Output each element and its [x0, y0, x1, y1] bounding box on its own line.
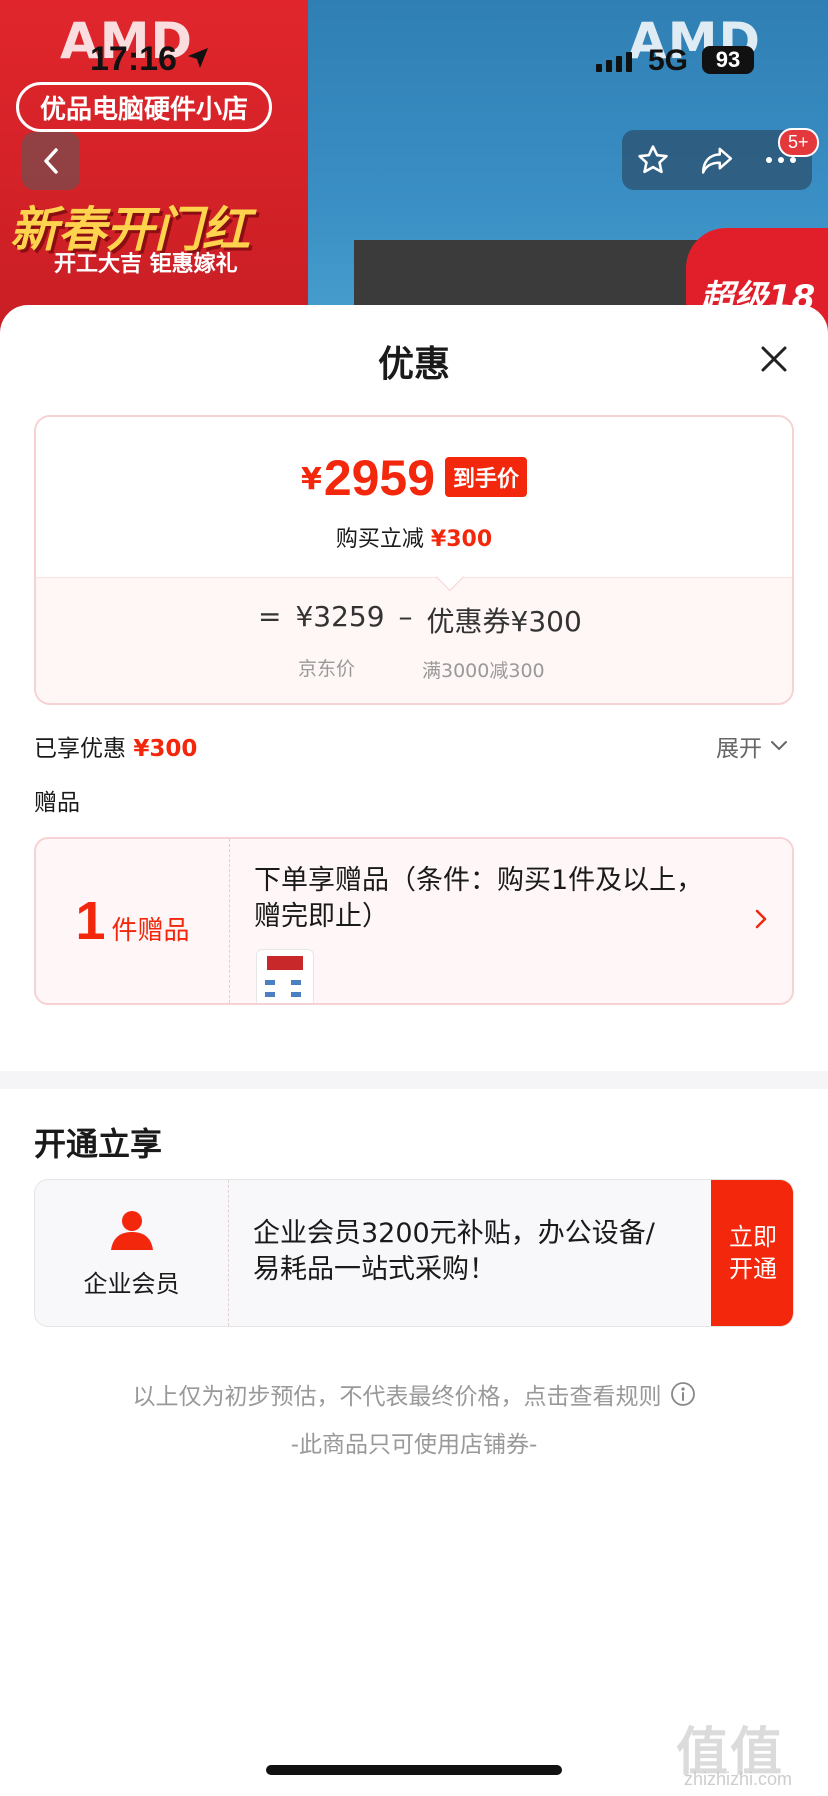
- info-icon: [670, 1382, 695, 1406]
- chevron-right-icon: [755, 909, 767, 929]
- currency-symbol: ¥: [300, 462, 322, 497]
- store-coupon-note: -此商品只可使用店铺券-: [290, 1432, 538, 1458]
- user-icon: [110, 1210, 153, 1250]
- equals-sign: =: [258, 600, 282, 633]
- price-formula: = ¥3259 – 优惠券¥300 京东价 满3000减300: [36, 577, 792, 703]
- price-summary: ¥ 2959 到手价 购买立减 ¥300: [36, 417, 792, 577]
- gift-unit: 件赠品: [111, 915, 190, 946]
- back-button[interactable]: [22, 132, 80, 190]
- gift-thumb-mark: [265, 980, 275, 985]
- membership-label: 企业会员: [83, 1269, 180, 1298]
- reduce-value: ¥300: [430, 527, 493, 552]
- sheet-title: 优惠: [377, 344, 450, 385]
- instant-reduce: 购买立减 ¥300: [36, 521, 792, 553]
- coupon-rule: 满3000减300: [422, 660, 545, 682]
- membership-type: 企业会员: [35, 1180, 229, 1326]
- price-breakdown-card: ¥ 2959 到手价 购买立减 ¥300 = ¥3259 – 优惠券¥300 京…: [34, 415, 794, 705]
- gift-thumb-mark: [291, 980, 301, 985]
- gift-thumb-mark: [265, 992, 275, 997]
- watermark-url: zhizhizhi.com: [684, 1769, 793, 1789]
- gift-description: 下单享赠品（条件：购买1件及以上，赠完即止）: [254, 865, 704, 932]
- promo-subtitle: 开工大吉 钜惠嫁礼: [54, 252, 238, 277]
- membership-section-title: 开通立享: [34, 1125, 163, 1163]
- discount-sheet: 优惠 ¥ 2959 到手价 购买立减 ¥300 = ¥3259 – 优惠券¥30…: [0, 305, 828, 1796]
- gift-section-title: 赠品: [34, 790, 80, 816]
- battery-icon: 93: [702, 46, 754, 74]
- final-price-row: ¥ 2959 到手价: [36, 453, 792, 503]
- gift-thumb-mark: [291, 992, 301, 997]
- expand-button[interactable]: 展开: [716, 729, 788, 763]
- activate-button[interactable]: 立即开通: [711, 1180, 793, 1326]
- gift-card[interactable]: 1 件赠品 下单享赠品（条件：购买1件及以上，赠完即止）: [34, 837, 794, 1005]
- share-icon[interactable]: [699, 143, 735, 177]
- jd-price: ¥3259: [295, 600, 385, 633]
- estimate-note-text: 以上仅为初步预估，不代表最终价格，点击查看规则: [132, 1384, 662, 1410]
- jd-price-label: 京东价: [298, 658, 356, 680]
- section-divider: [0, 1071, 828, 1089]
- gift-thumbnail[interactable]: [256, 949, 314, 1003]
- home-indicator[interactable]: [266, 1765, 562, 1775]
- minus-sign: –: [398, 600, 413, 633]
- reduce-label: 购买立减: [335, 527, 424, 552]
- enjoyed-value: ¥300: [133, 736, 198, 762]
- membership-description: 企业会员3200元补贴，办公设备/易耗品一站式采购！: [253, 1218, 655, 1285]
- chevron-left-icon: [44, 148, 58, 174]
- gift-thumb-banner: [267, 956, 303, 970]
- network-type: 5G: [648, 44, 689, 77]
- gift-count-panel: 1 件赠品: [36, 839, 230, 1003]
- estimate-note[interactable]: 以上仅为初步预估，不代表最终价格，点击查看规则: [0, 1377, 828, 1411]
- star-icon[interactable]: [636, 143, 670, 177]
- enjoyed-label: 已享优惠: [34, 736, 126, 762]
- enjoyed-discount: 已享优惠 ¥300: [34, 729, 197, 763]
- membership-card: 企业会员 企业会员3200元补贴，办公设备/易耗品一站式采购！ 立即开通: [34, 1179, 794, 1327]
- status-bar: 17:16 5G 93: [0, 0, 828, 110]
- coupon-amount: 优惠券¥300: [426, 605, 582, 638]
- formula-row: = ¥3259 – 优惠券¥300: [258, 600, 582, 640]
- chevron-down-icon: [771, 741, 787, 751]
- status-time: 17:16: [90, 40, 177, 78]
- location-arrow-icon: [188, 48, 208, 68]
- final-price: 2959: [323, 450, 436, 506]
- message-badge: 5+: [778, 128, 819, 157]
- close-icon[interactable]: [756, 341, 792, 377]
- expand-label: 展开: [716, 736, 762, 762]
- gift-count: 1: [75, 891, 106, 951]
- signal-icon: [596, 50, 632, 72]
- final-price-tag: 到手价: [445, 457, 528, 497]
